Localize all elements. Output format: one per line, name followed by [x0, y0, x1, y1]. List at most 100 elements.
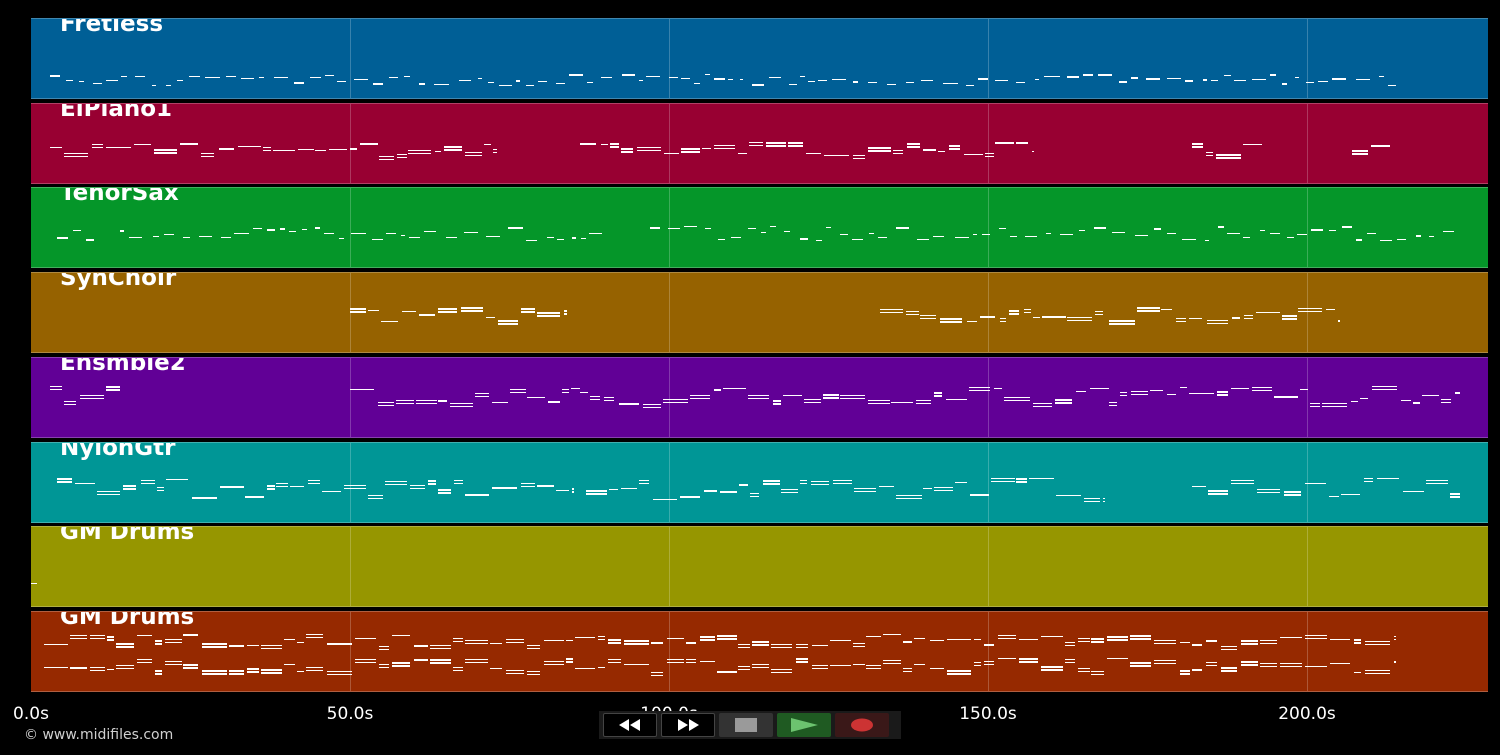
note-mark: [401, 310, 417, 312]
note-mark: [1429, 235, 1434, 237]
note-mark: [259, 76, 264, 78]
note-mark: [520, 486, 536, 488]
rewind-button[interactable]: [603, 713, 657, 737]
track-lane[interactable]: SynChoir: [31, 272, 1488, 353]
note-mark: [1067, 76, 1079, 78]
note-mark: [1331, 78, 1346, 80]
note-mark: [637, 147, 661, 149]
note-mark: [123, 485, 137, 487]
note-mark: [716, 635, 737, 637]
note-mark: [1393, 639, 1397, 641]
note-mark: [315, 150, 327, 152]
note-mark: [788, 145, 803, 147]
note-mark: [1089, 388, 1110, 390]
note-mark: [964, 153, 983, 156]
note-mark: [663, 401, 688, 403]
note-mark: [70, 667, 87, 669]
note-mark: [464, 151, 483, 153]
note-mark: [526, 647, 540, 650]
note-mark: [120, 230, 125, 232]
note-mark: [1041, 635, 1063, 638]
note-mark: [700, 661, 716, 663]
note-mark: [652, 498, 678, 501]
note-mark: [1109, 320, 1135, 322]
note-mark: [475, 395, 490, 397]
note-mark: [1365, 641, 1390, 643]
note-mark: [1184, 80, 1194, 82]
track-lane[interactable]: GM Drums: [31, 611, 1488, 692]
time-gridline: [1307, 19, 1308, 98]
note-mark: [906, 143, 920, 145]
note-mark: [339, 237, 344, 240]
track-lane[interactable]: Fretless: [31, 18, 1488, 99]
note-mark: [570, 387, 580, 390]
note-mark: [852, 157, 865, 160]
note-mark: [1426, 482, 1448, 485]
note-mark: [571, 237, 577, 239]
note-mark: [1220, 645, 1238, 648]
note-mark: [505, 670, 525, 672]
track-lane[interactable]: NylonGtr: [31, 442, 1488, 523]
note-mark: [355, 638, 377, 640]
track-lane[interactable]: Ensmble2: [31, 357, 1488, 438]
note-mark: [1064, 661, 1076, 664]
note-mark: [164, 641, 182, 644]
track-lane[interactable]: TenorSax: [31, 187, 1488, 268]
note-mark: [1208, 493, 1228, 495]
note-mark: [604, 399, 615, 401]
note-mark: [64, 153, 89, 155]
note-mark: [916, 239, 929, 241]
note-mark: [608, 639, 622, 641]
note-mark: [840, 394, 866, 396]
note-mark: [543, 639, 564, 641]
note-mark: [454, 479, 464, 481]
note-mark: [90, 634, 106, 637]
play-button[interactable]: [777, 713, 831, 737]
note-mark: [1363, 481, 1374, 483]
note-mark: [537, 80, 547, 82]
note-mark: [344, 484, 366, 487]
note-mark: [497, 323, 519, 325]
note-mark: [866, 665, 882, 667]
time-gridline: [1307, 188, 1308, 267]
note-mark: [1191, 644, 1202, 646]
note-mark: [621, 74, 635, 76]
note-mark: [664, 152, 680, 155]
note-mark: [427, 480, 436, 482]
note-mark: [1180, 670, 1190, 672]
note-mark: [839, 234, 849, 236]
note-mark: [202, 673, 227, 675]
track-name: GM Drums: [60, 611, 195, 630]
note-mark: [165, 479, 189, 481]
note-mark: [492, 149, 497, 151]
note-mark: [1354, 642, 1361, 644]
note-mark: [1015, 142, 1028, 144]
note-mark: [276, 482, 288, 485]
note-mark: [1076, 390, 1087, 393]
note-mark: [499, 84, 512, 86]
fast-forward-button[interactable]: [661, 713, 715, 737]
note-mark: [683, 226, 697, 228]
note-mark: [525, 239, 537, 242]
time-gridline: [350, 527, 351, 606]
note-mark: [486, 235, 501, 238]
note-mark: [237, 145, 261, 147]
note-mark: [526, 673, 540, 676]
track-lane[interactable]: GM Drums: [31, 526, 1488, 607]
track-lane[interactable]: ElPiano1: [31, 103, 1488, 184]
note-mark: [1372, 386, 1397, 388]
record-button[interactable]: [835, 713, 889, 737]
note-mark: [188, 75, 201, 78]
note-mark: [378, 663, 389, 666]
note-mark: [1107, 639, 1128, 641]
note-mark: [853, 663, 865, 665]
note-mark: [973, 638, 981, 641]
note-mark: [1094, 310, 1103, 312]
note-mark: [891, 402, 913, 404]
note-mark: [1305, 635, 1327, 637]
note-mark: [920, 315, 936, 317]
note-mark: [548, 401, 560, 403]
note-mark: [739, 79, 744, 81]
note-mark: [980, 316, 996, 318]
stop-button[interactable]: [719, 713, 773, 737]
